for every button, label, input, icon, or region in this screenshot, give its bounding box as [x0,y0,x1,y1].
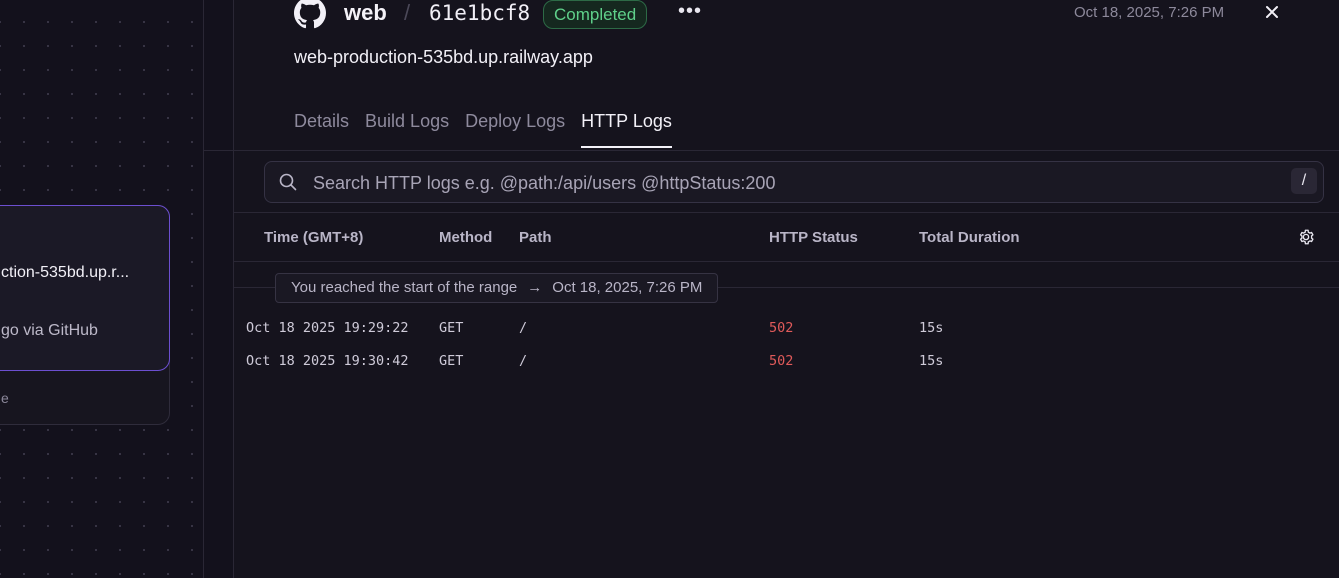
range-notice-date: Oct 18, 2025, 7:26 PM [552,279,703,296]
column-header-total-duration[interactable]: Total Duration [919,229,1020,246]
search-divider [234,212,1339,213]
search-icon [279,173,297,191]
cell-path: / [519,353,528,369]
tab-details[interactable]: Details [294,111,349,146]
tab-build-logs[interactable]: Build Logs [365,111,449,146]
cell-path: / [519,320,528,336]
arrow-right-icon: → [527,279,543,296]
cell-time: Oct 18 2025 19:29:22 [246,320,409,336]
column-header-method[interactable]: Method [439,229,492,246]
service-card-domain: ction-535bd.up.r... [1,264,130,281]
deployment-panel: web / 61e1bcf8 Completed ••• Oct 18, 202… [233,0,1339,578]
search-bar[interactable]: / [264,161,1324,204]
column-header-time[interactable]: Time (GMT+8) [264,229,363,246]
search-shortcut-key: / [1291,168,1317,194]
column-header-path[interactable]: Path [519,229,552,246]
commit-hash[interactable]: 61e1bcf8 [429,1,530,25]
cell-method: GET [439,320,464,336]
close-icon[interactable] [1263,3,1281,21]
gutter-divider [204,150,234,151]
deployment-url[interactable]: web-production-535bd.up.railway.app [294,47,593,68]
canvas-divider [203,0,204,578]
header-divider [234,261,1339,262]
search-input[interactable] [311,162,1275,204]
gear-icon[interactable] [1297,228,1315,246]
range-notice-text: You reached the start of the range [291,279,518,296]
cell-http-status: 502 [769,320,794,336]
deployment-tabs: Details Build Logs Deploy Logs HTTP Logs [294,111,688,151]
cell-time: Oct 18 2025 19:30:42 [246,353,409,369]
cell-duration: 15s [919,320,944,336]
service-name[interactable]: web [344,0,387,26]
service-card-footer: e [1,390,9,406]
service-card-header[interactable]: ction-535bd.up.r... go via GitHub [0,205,170,371]
table-row[interactable]: Oct 18 2025 19:29:22 GET / 502 15s [234,315,1339,343]
deployment-timestamp: Oct 18, 2025, 7:26 PM [1074,4,1225,21]
service-card-source: go via GitHub [1,322,98,339]
cell-http-status: 502 [769,353,794,369]
status-badge: Completed [543,0,648,29]
cell-method: GET [439,353,464,369]
breadcrumb-separator: / [404,0,411,25]
cell-duration: 15s [919,353,944,369]
service-card[interactable]: ction-535bd.up.r... go via GitHub e [0,205,170,425]
project-canvas[interactable]: ction-535bd.up.r... go via GitHub e [0,0,204,578]
tabs-divider [234,150,1339,151]
more-options-button[interactable]: ••• [678,0,702,23]
github-icon [294,0,326,29]
column-header-http-status[interactable]: HTTP Status [769,229,858,246]
tab-http-logs[interactable]: HTTP Logs [581,111,672,148]
table-row[interactable]: Oct 18 2025 19:30:42 GET / 502 15s [234,348,1339,376]
range-notice: You reached the start of the range → Oct 1… [275,273,719,303]
tab-deploy-logs[interactable]: Deploy Logs [465,111,565,146]
